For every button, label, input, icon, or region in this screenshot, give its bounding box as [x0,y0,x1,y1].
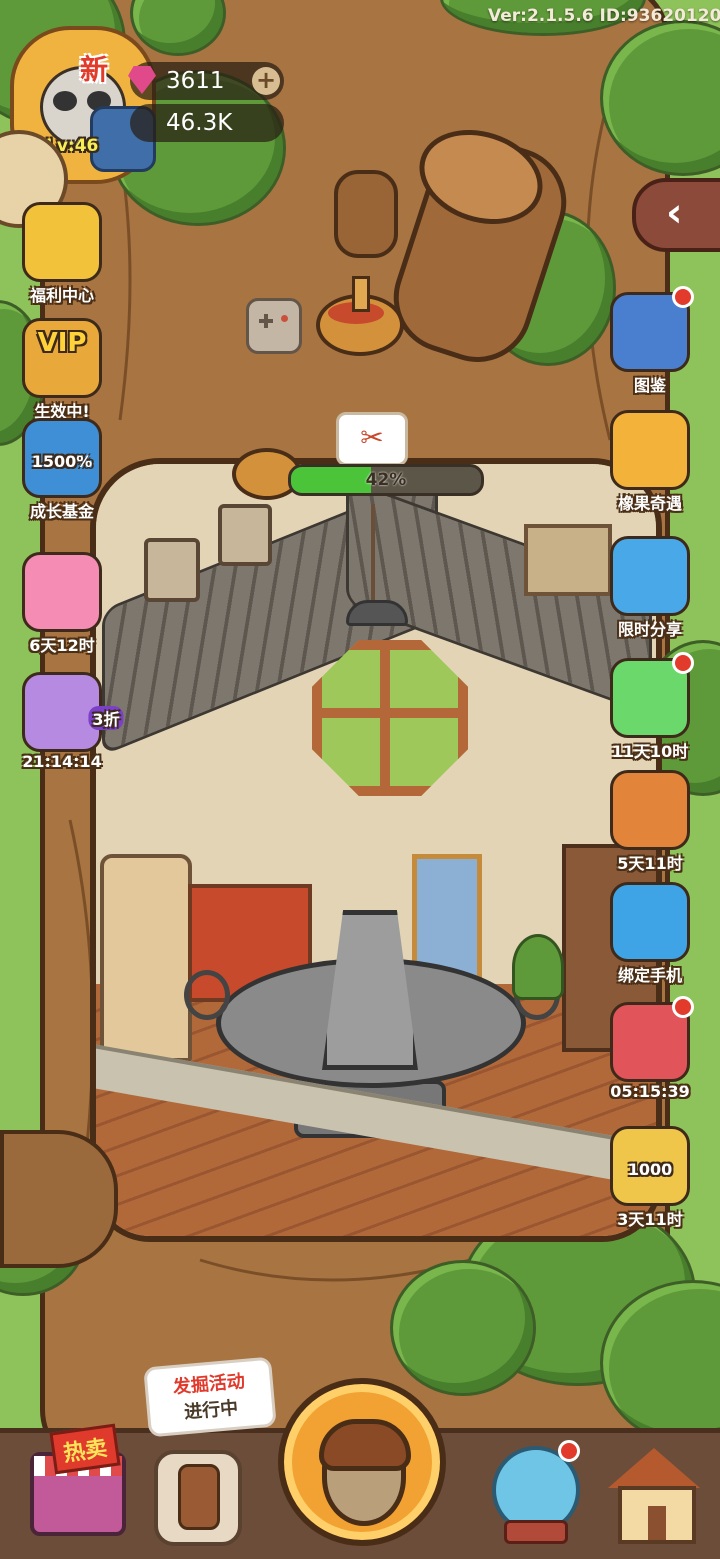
main-acorn-button[interactable] [278,1378,446,1548]
new-badge: 新 [80,53,109,86]
foliage [390,1260,536,1396]
gem-counter: 3611 + [128,62,284,100]
left_menu-item[interactable]: 6天12时 [16,552,108,656]
small-stump [334,170,398,258]
acorn-icon [319,1419,411,1526]
right_menu-label: 橡果奇遇 [617,494,682,513]
house-roof [608,1448,700,1488]
wall-fan [218,504,272,566]
notification-dot [672,996,694,1018]
version-label: Ver:2.1.5.6 ID:93620120 [488,6,720,26]
right_menu-label: 图鉴 [633,376,666,395]
phone-link-icon [610,882,690,962]
lamp-shade [346,600,408,626]
globe-base [504,1520,568,1544]
left_menu-item[interactable]: 福利中心 [16,202,108,306]
left_menu-label: 成长基金 [29,502,94,521]
icon-badge: 1000 [627,1160,673,1179]
right_menu-item[interactable]: 绑定手机 [604,882,696,986]
coin-count: 46.3K [166,110,233,136]
left_menu-item[interactable]: VIP 生效中! [16,318,108,422]
right_menu-item[interactable]: 11天10时 [604,652,696,762]
right_menu-label: 限时分享 [617,620,682,639]
gem-count: 3611 [166,68,225,94]
left_menu-label: 6天12时 [29,636,95,655]
acorn-bell-icon [610,410,690,490]
chevron-left-icon: ‹ [666,190,683,236]
dig-event-bubble[interactable]: 发掘活动 进行中 [143,1356,277,1438]
scissors-icon[interactable]: ✂ [336,412,408,466]
right_menu-label: 5天11时 [617,854,683,873]
icon-badge: VIP [37,328,87,358]
right_menu-label: 05:15:39 [610,1082,690,1101]
potted-plant [512,934,564,1000]
right_menu-label: 11天10时 [611,742,689,761]
right_menu-item[interactable]: 1000 3天11时 [604,1126,696,1230]
left_menu-label: 福利中心 [29,286,94,305]
right_menu-item[interactable]: 限时分享 [604,536,696,640]
ceiling-lamp [371,504,375,604]
piggy-bank-icon [22,552,102,632]
fruit-basket-icon [610,770,690,850]
left_menu-item[interactable]: 3折 21:14:14 [16,672,124,771]
right_menu-item[interactable]: 橡果奇遇 [604,410,696,514]
gamepad-icon [246,298,302,354]
hotpot-dish-icon[interactable] [316,276,404,356]
cabinet [100,854,192,1062]
gem-icon [128,66,156,94]
dig-button[interactable] [142,1440,246,1546]
icon-badge: 3折 [88,706,124,730]
shop-button[interactable]: 热卖 [22,1423,126,1536]
collapse-menu-button[interactable]: ‹ [632,178,720,252]
left_menu-label: 21:14:14 [22,752,102,771]
octagon-window [312,640,468,796]
share-icon [610,536,690,616]
house-button[interactable] [602,1440,706,1544]
notification-dot [558,1440,580,1462]
right_menu-label: 3天11时 [617,1210,683,1229]
right_menu-item[interactable]: 5天11时 [604,770,696,874]
wall-shelf [524,524,612,596]
coin-counter: 46.3K [130,104,284,142]
right_menu-item[interactable]: 图鉴 [604,286,696,396]
right_menu-label: 绑定手机 [617,966,682,985]
right_menu-item[interactable]: 05:15:39 [604,996,696,1101]
gift-box-icon [22,202,102,282]
progress-percent: 42% [365,470,407,490]
hotpot-handle [184,970,230,1020]
unlock-progress-bar: 42% [288,464,484,496]
snow-globe-button[interactable] [482,1440,586,1544]
notification-dot [672,652,694,674]
tree-branch [0,1130,118,1268]
notification-dot [672,286,694,308]
room-interior [90,458,662,1242]
wall-fan [144,538,200,602]
left_menu-item[interactable]: 1500% 成长基金 [16,418,108,522]
icon-badge: 1500% [31,452,93,471]
shovel-hand-icon [154,1450,242,1546]
house-icon [618,1486,696,1544]
add-gems-button[interactable]: + [252,67,280,95]
